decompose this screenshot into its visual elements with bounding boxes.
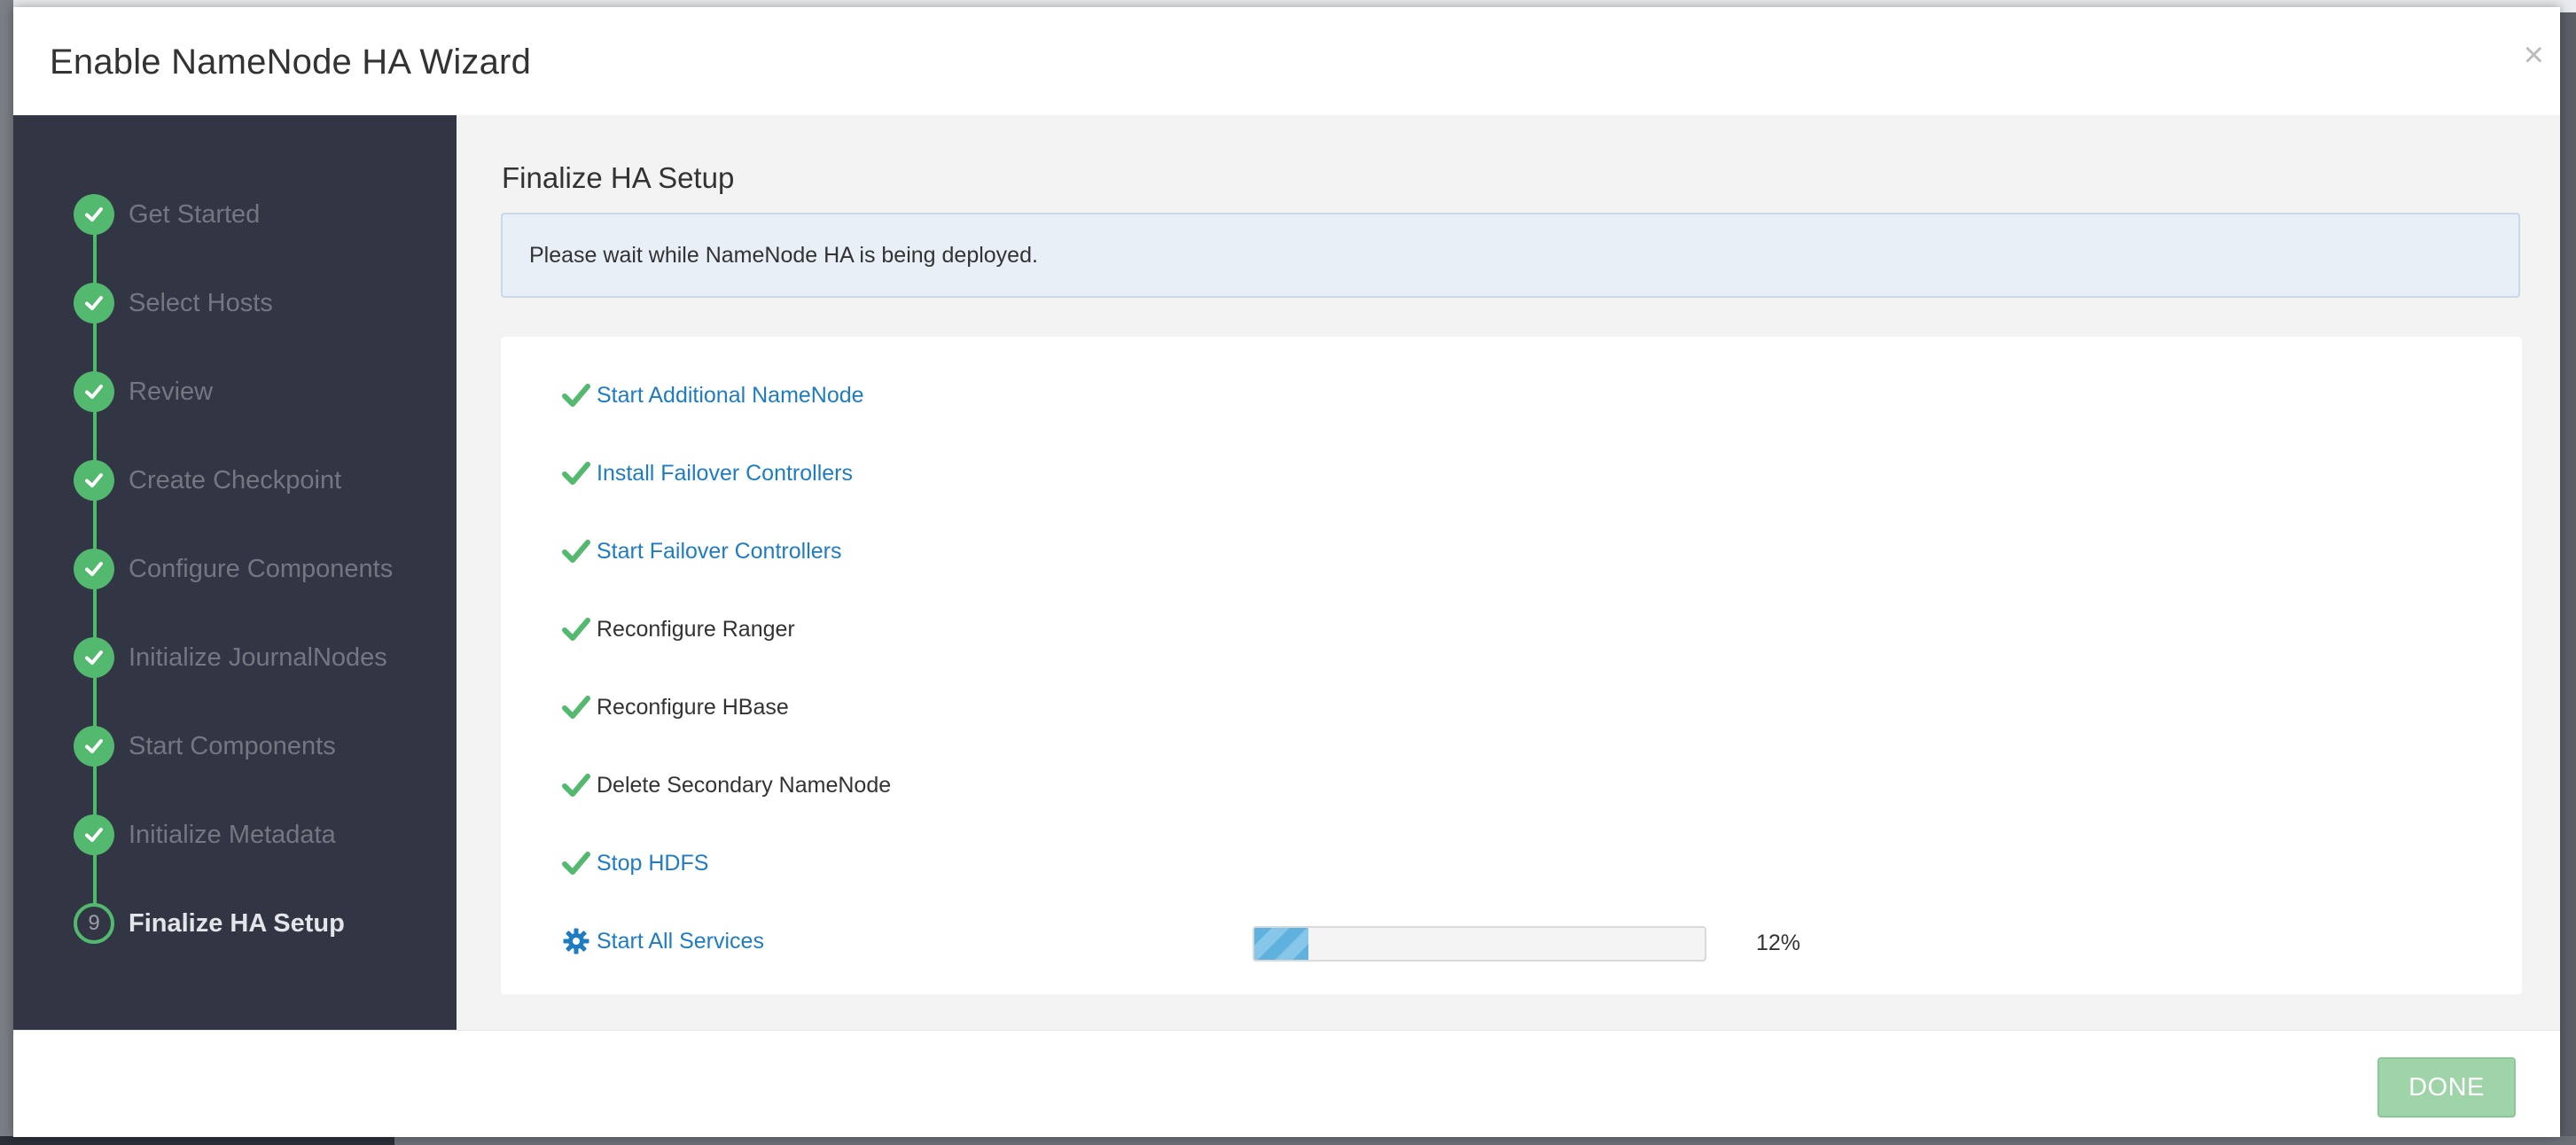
check-icon [74, 814, 114, 855]
sidebar-step-label: Select Hosts [129, 288, 273, 317]
task-link[interactable]: Start Failover Controllers [597, 539, 841, 565]
sidebar-step-finalize-ha-setup[interactable]: 9 Finalize HA Setup [74, 902, 446, 945]
sidebar-step-label: Initialize JournalNodes [129, 643, 387, 672]
task-stop-hdfs: Stop HDFS [561, 844, 708, 883]
main-content: Finalize HA Setup Please wait while Name… [457, 115, 2560, 1030]
check-icon [74, 371, 114, 412]
task-link[interactable]: Start All Services [597, 929, 764, 954]
check-icon [74, 549, 114, 589]
wizard-modal: Enable NameNode HA Wizard × Get Started S… [13, 7, 2560, 1137]
gear-icon [561, 926, 591, 956]
sidebar-step-label: Review [129, 377, 214, 406]
progress-bar [1253, 926, 1706, 962]
sidebar-step-label: Create Checkpoint [129, 465, 342, 495]
step-number-badge: 9 [74, 903, 114, 944]
sidebar-step-create-checkpoint[interactable]: Create Checkpoint [74, 459, 446, 502]
check-icon [561, 770, 591, 800]
progress-percent: 12% [1756, 931, 1801, 955]
sidebar-step-initialize-journalnodes[interactable]: Initialize JournalNodes [74, 636, 446, 679]
sidebar-step-review[interactable]: Review [74, 370, 446, 413]
task-label: Delete Secondary NameNode [597, 772, 892, 798]
task-delete-secondary-namenode: Delete Secondary NameNode [561, 766, 891, 805]
close-icon[interactable]: × [2524, 37, 2544, 73]
task-label: Reconfigure HBase [597, 694, 789, 720]
check-icon [561, 536, 591, 566]
task-reconfigure-ranger: Reconfigure Ranger [561, 610, 795, 649]
task-reconfigure-hbase: Reconfigure HBase [561, 688, 789, 727]
alert-text: Please wait while NameNode HA is being d… [529, 243, 1038, 268]
task-label: Reconfigure Ranger [597, 616, 795, 642]
check-icon [74, 726, 114, 767]
task-link[interactable]: Stop HDFS [597, 851, 708, 876]
task-link[interactable]: Start Additional NameNode [597, 383, 864, 409]
task-install-failover-controllers: Install Failover Controllers [561, 454, 853, 493]
task-start-additional-namenode: Start Additional NameNode [561, 376, 864, 415]
check-icon [561, 458, 591, 488]
backdrop-bottom-dark [0, 1136, 394, 1145]
sidebar-step-label: Get Started [129, 199, 261, 229]
section-title: Finalize HA Setup [502, 161, 735, 194]
sidebar-step-label: Configure Components [129, 554, 394, 583]
info-alert: Please wait while NameNode HA is being d… [501, 213, 2520, 298]
check-icon [74, 283, 114, 323]
sidebar-step-label: Finalize HA Setup [129, 908, 345, 938]
done-button[interactable]: DONE [2377, 1057, 2516, 1118]
task-link[interactable]: Install Failover Controllers [597, 461, 853, 487]
check-icon [561, 848, 591, 878]
sidebar-step-initialize-metadata[interactable]: Initialize Metadata [74, 814, 446, 856]
modal-footer: DONE [13, 1030, 2560, 1137]
check-icon [74, 637, 114, 678]
sidebar-step-start-components[interactable]: Start Components [74, 725, 446, 767]
check-icon [74, 460, 114, 501]
progress-fill [1254, 928, 1308, 960]
sidebar-step-select-hosts[interactable]: Select Hosts [74, 282, 446, 324]
sidebar-step-get-started[interactable]: Get Started [74, 193, 446, 236]
sidebar-step-label: Initialize Metadata [129, 820, 336, 849]
task-start-all-services: Start All Services [561, 922, 764, 961]
modal-title: Enable NameNode HA Wizard [50, 43, 532, 82]
modal-header: Enable NameNode HA Wizard × [13, 7, 2560, 116]
wizard-steps-sidebar: Get Started Select Hosts Review Create Chec… [13, 115, 457, 1030]
check-icon [561, 692, 591, 722]
check-icon [561, 614, 591, 644]
tasks-panel: Start Additional NameNode Install Failove… [501, 337, 2522, 994]
sidebar-step-label: Start Components [129, 731, 336, 760]
backdrop-left [0, 0, 13, 1145]
sidebar-step-configure-components[interactable]: Configure Components [74, 548, 446, 590]
check-icon [74, 194, 114, 235]
check-icon [561, 380, 591, 410]
task-start-failover-controllers: Start Failover Controllers [561, 532, 841, 571]
